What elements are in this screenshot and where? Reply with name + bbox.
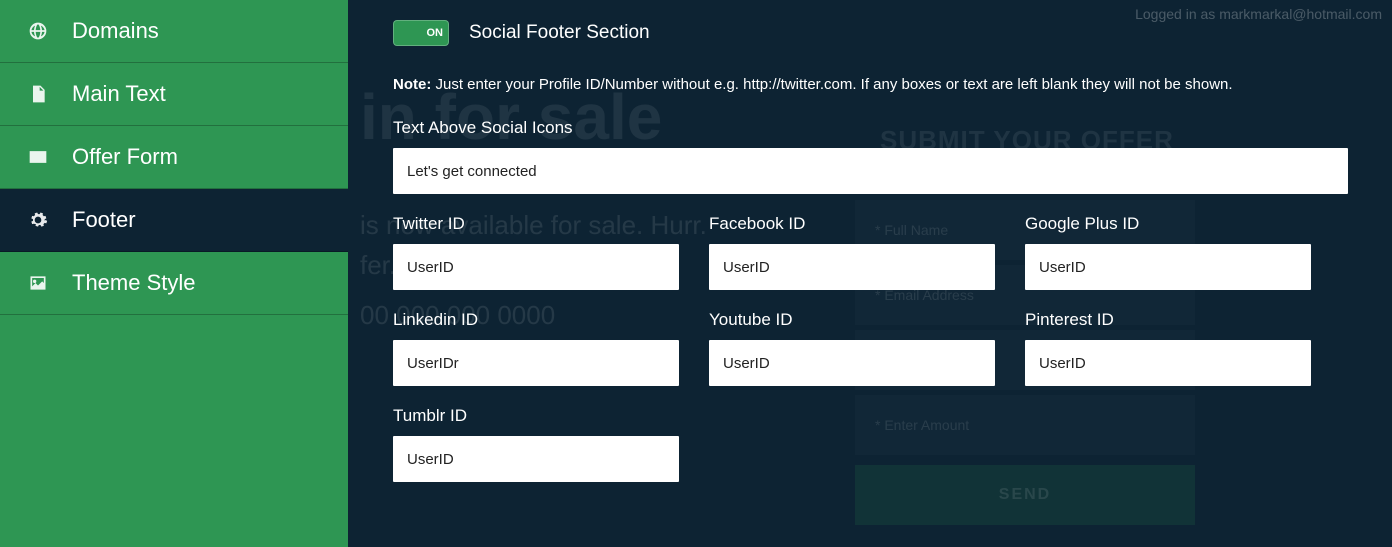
sidebar-item-footer[interactable]: Footer [0, 189, 348, 252]
note-text: Note: Just enter your Profile ID/Number … [393, 76, 1352, 93]
sidebar-item-label: Domains [72, 18, 159, 44]
login-prefix: Logged in as [1135, 6, 1219, 22]
label-text-above: Text Above Social Icons [393, 118, 1348, 138]
field-facebook: Facebook ID [709, 214, 995, 290]
gear-icon [24, 210, 52, 230]
note-body: Just enter your Profile ID/Number withou… [431, 76, 1232, 93]
input-google[interactable] [1025, 244, 1311, 290]
input-pinterest[interactable] [1025, 340, 1311, 386]
login-status: Logged in as markmarkal@hotmail.com [1135, 6, 1382, 22]
label-facebook: Facebook ID [709, 214, 995, 234]
label-youtube: Youtube ID [709, 310, 995, 330]
sidebar-item-domains[interactable]: Domains [0, 0, 348, 63]
field-youtube: Youtube ID [709, 310, 995, 386]
sidebar-item-label: Main Text [72, 81, 166, 107]
globe-icon [24, 21, 52, 41]
toggle-state-label: ON [427, 27, 444, 39]
document-icon [24, 84, 52, 104]
image-icon [24, 273, 52, 293]
input-linkedin[interactable] [393, 340, 679, 386]
main-content: ON Social Footer Section Note: Just ente… [348, 0, 1392, 502]
envelope-icon [24, 147, 52, 167]
label-tumblr: Tumblr ID [393, 406, 679, 426]
form-grid: Text Above Social Icons Twitter ID Faceb… [393, 118, 1352, 482]
label-pinterest: Pinterest ID [1025, 310, 1311, 330]
note-label: Note: [393, 76, 431, 93]
login-email: markmarkal@hotmail.com [1219, 6, 1382, 22]
field-text-above: Text Above Social Icons [393, 118, 1348, 194]
section-toggle[interactable]: ON [393, 20, 449, 46]
field-linkedin: Linkedin ID [393, 310, 679, 386]
sidebar-item-theme-style[interactable]: Theme Style [0, 252, 348, 315]
field-pinterest: Pinterest ID [1025, 310, 1311, 386]
input-facebook[interactable] [709, 244, 995, 290]
input-twitter[interactable] [393, 244, 679, 290]
field-twitter: Twitter ID [393, 214, 679, 290]
sidebar-item-label: Theme Style [72, 270, 196, 296]
sidebar-item-label: Offer Form [72, 144, 178, 170]
label-linkedin: Linkedin ID [393, 310, 679, 330]
input-youtube[interactable] [709, 340, 995, 386]
label-google: Google Plus ID [1025, 214, 1311, 234]
sidebar: Domains Main Text Offer Form Footer Them… [0, 0, 348, 547]
sidebar-item-main-text[interactable]: Main Text [0, 63, 348, 126]
field-tumblr: Tumblr ID [393, 406, 679, 482]
input-tumblr[interactable] [393, 436, 679, 482]
section-title: Social Footer Section [469, 22, 650, 44]
sidebar-item-offer-form[interactable]: Offer Form [0, 126, 348, 189]
input-text-above[interactable] [393, 148, 1348, 194]
section-toggle-row: ON Social Footer Section [393, 20, 1352, 46]
field-google: Google Plus ID [1025, 214, 1311, 290]
sidebar-item-label: Footer [72, 207, 136, 233]
label-twitter: Twitter ID [393, 214, 679, 234]
